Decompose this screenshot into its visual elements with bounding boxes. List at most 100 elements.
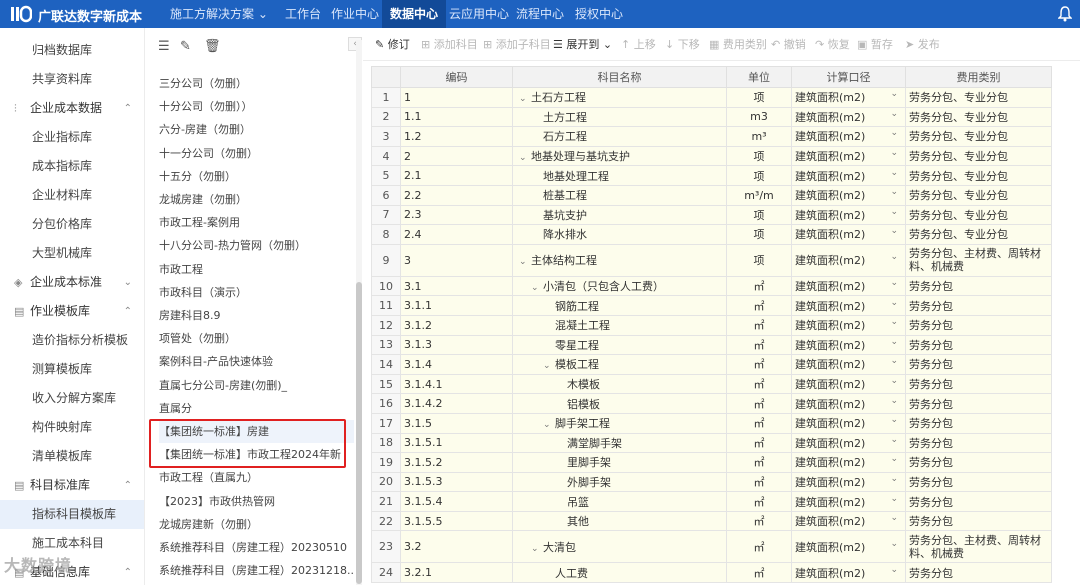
sidebar-item[interactable]: 收入分解方案库 bbox=[0, 384, 144, 413]
cost-category-cell[interactable]: 劳务分包 bbox=[905, 491, 1052, 512]
basis-cell[interactable]: 建筑面积(m2) ⌄ bbox=[791, 243, 906, 277]
cost-category-cell[interactable]: 劳务分包 bbox=[905, 393, 1052, 414]
code-cell[interactable]: 2.4 bbox=[400, 224, 513, 245]
unit-cell[interactable]: ㎡ bbox=[726, 295, 792, 316]
table-row[interactable]: 11 3.1.1 钢筋工程 ㎡建筑面积(m2) ⌄ 劳务分包 bbox=[371, 295, 1052, 316]
basis-cell[interactable]: 建筑面积(m2) ⌄ bbox=[791, 165, 906, 186]
name-cell[interactable]: ⌄ 地基处理与基坑支护 bbox=[512, 145, 727, 167]
name-cell[interactable]: ⌄ 脚手架工程 bbox=[512, 412, 727, 434]
sidebar-item[interactable]: 指标科目模板库 bbox=[0, 500, 144, 529]
unit-cell[interactable]: ㎡ bbox=[726, 452, 792, 473]
code-cell[interactable]: 1 bbox=[400, 87, 513, 108]
list-item[interactable]: 项管处（勿删） bbox=[159, 327, 354, 350]
table-row[interactable]: 22 3.1.5.5 其他 ㎡建筑面积(m2) ⌄ 劳务分包 bbox=[371, 510, 1052, 532]
unit-cell[interactable]: m³ bbox=[726, 126, 792, 147]
chevron-up-icon[interactable]: ⌃ bbox=[124, 297, 132, 326]
sidebar-item[interactable]: 构件映射库 bbox=[0, 413, 144, 442]
code-cell[interactable]: 3.1.5.1 bbox=[400, 432, 513, 454]
chevron-down-icon[interactable]: ⌄ bbox=[124, 268, 132, 297]
code-cell[interactable]: 1.1 bbox=[400, 106, 513, 128]
name-cell[interactable]: 其他 bbox=[512, 510, 727, 532]
list-item[interactable]: 房建科目8.9 bbox=[159, 304, 354, 327]
code-cell[interactable]: 3.1.1 bbox=[400, 295, 513, 316]
name-cell[interactable]: 地基处理工程 bbox=[512, 165, 727, 186]
table-row[interactable]: 21 3.1.5.4 吊篮 ㎡建筑面积(m2) ⌄ 劳务分包 bbox=[371, 491, 1052, 512]
basis-cell[interactable]: 建筑面积(m2) ⌄ bbox=[791, 334, 906, 356]
chevron-down-icon[interactable]: ⌄ bbox=[890, 435, 898, 445]
code-cell[interactable]: 2.2 bbox=[400, 184, 513, 206]
nav-data-center[interactable]: 数据中心 bbox=[382, 0, 447, 28]
code-cell[interactable]: 3.1.5.5 bbox=[400, 510, 513, 532]
list-item[interactable]: 十分公司（勿删）） bbox=[159, 95, 354, 118]
list-item[interactable]: 市政工程 bbox=[159, 258, 354, 281]
unit-cell[interactable]: ㎡ bbox=[726, 275, 792, 297]
name-cell[interactable]: ⌄ 小清包（只包含人工费） bbox=[512, 275, 727, 297]
basis-cell[interactable]: 建筑面积(m2) ⌄ bbox=[791, 106, 906, 128]
unit-cell[interactable]: ㎡ bbox=[726, 334, 792, 356]
name-cell[interactable]: 零星工程 bbox=[512, 334, 727, 356]
chevron-up-icon[interactable]: ⌃ bbox=[124, 471, 132, 500]
code-cell[interactable]: 3.1 bbox=[400, 275, 513, 297]
expand-toggle-icon[interactable]: ⌄ bbox=[543, 361, 553, 371]
expand-toggle-icon[interactable]: ⌄ bbox=[543, 420, 553, 430]
basis-cell[interactable]: 建筑面积(m2) ⌄ bbox=[791, 562, 906, 584]
code-cell[interactable]: 3.1.5.2 bbox=[400, 452, 513, 473]
basis-cell[interactable]: 建筑面积(m2) ⌄ bbox=[791, 432, 906, 454]
basis-cell[interactable]: 建筑面积(m2) ⌄ bbox=[791, 184, 906, 206]
chevron-down-icon[interactable]: ⌄ bbox=[890, 187, 898, 197]
chevron-down-icon[interactable]: ⌄ bbox=[890, 474, 898, 484]
code-cell[interactable]: 1.2 bbox=[400, 126, 513, 147]
basis-cell[interactable]: 建筑面积(m2) ⌄ bbox=[791, 373, 906, 395]
cost-category-cell[interactable]: 劳务分包 bbox=[905, 275, 1052, 297]
name-cell[interactable]: 里脚手架 bbox=[512, 452, 727, 473]
chevron-down-icon[interactable]: ⌄ bbox=[890, 396, 898, 406]
nav-solutions-dropdown[interactable]: 施工方解决方案 ⌄ bbox=[170, 0, 268, 28]
code-cell[interactable]: 3 bbox=[400, 243, 513, 277]
nav-cloud-apps[interactable]: 云应用中心 bbox=[449, 0, 509, 28]
table-row[interactable]: 4 2 ⌄ 地基处理与基坑支护项建筑面积(m2) ⌄ 劳务分包、专业分包 bbox=[371, 145, 1052, 167]
table-row[interactable]: 10 3.1 ⌄ 小清包（只包含人工费）㎡建筑面积(m2) ⌄ 劳务分包 bbox=[371, 275, 1052, 297]
cost-category-cell[interactable]: 劳务分包 bbox=[905, 562, 1052, 584]
unit-cell[interactable]: ㎡ bbox=[726, 373, 792, 395]
sidebar-item[interactable]: ▤ 作业模板库 ⌃ bbox=[0, 297, 144, 326]
table-row[interactable]: 20 3.1.5.3 外脚手架 ㎡建筑面积(m2) ⌄ 劳务分包 bbox=[371, 471, 1052, 493]
cost-category-cell[interactable]: 劳务分包 bbox=[905, 432, 1052, 454]
basis-cell[interactable]: 建筑面积(m2) ⌄ bbox=[791, 224, 906, 245]
name-cell[interactable]: 外脚手架 bbox=[512, 471, 727, 493]
basis-cell[interactable]: 建筑面积(m2) ⌄ bbox=[791, 204, 906, 226]
name-cell[interactable]: 铝模板 bbox=[512, 393, 727, 414]
chevron-down-icon[interactable]: ⌄ bbox=[890, 415, 898, 425]
list-item[interactable]: 市政工程（直属九） bbox=[159, 466, 354, 489]
sidebar-item[interactable]: 分包价格库 bbox=[0, 210, 144, 239]
chevron-down-icon[interactable]: ⌄ bbox=[890, 226, 898, 236]
basis-cell[interactable]: 建筑面积(m2) ⌄ bbox=[791, 87, 906, 108]
list-item[interactable]: 系统推荐科目（房建工程）20230510 bbox=[159, 536, 354, 559]
cost-category-cell[interactable]: 劳务分包 bbox=[905, 354, 1052, 375]
list-item[interactable]: 龙城房建新（勿删） bbox=[159, 513, 354, 536]
list-item[interactable]: 龙城房建（勿删） bbox=[159, 188, 354, 211]
unit-cell[interactable]: m³/m bbox=[726, 184, 792, 206]
table-row[interactable]: 24 3.2.1 人工费 ㎡建筑面积(m2) ⌄ 劳务分包 bbox=[371, 562, 1052, 584]
table-row[interactable]: 14 3.1.4 ⌄ 模板工程㎡建筑面积(m2) ⌄ 劳务分包 bbox=[371, 354, 1052, 375]
code-cell[interactable]: 2 bbox=[400, 145, 513, 167]
bell-icon[interactable] bbox=[1058, 6, 1072, 22]
code-cell[interactable]: 2.1 bbox=[400, 165, 513, 186]
name-cell[interactable]: 混凝土工程 bbox=[512, 314, 727, 336]
sidebar-item[interactable]: ▤ 科目标准库 ⌃ bbox=[0, 471, 144, 500]
name-cell[interactable]: 满堂脚手架 bbox=[512, 432, 727, 454]
basis-cell[interactable]: 建筑面积(m2) ⌄ bbox=[791, 314, 906, 336]
code-cell[interactable]: 3.1.4 bbox=[400, 354, 513, 375]
basis-cell[interactable]: 建筑面积(m2) ⌄ bbox=[791, 145, 906, 167]
redo-button[interactable]: ↷ 恢复 bbox=[815, 38, 850, 52]
name-cell[interactable]: 基坑支护 bbox=[512, 204, 727, 226]
unit-cell[interactable]: 项 bbox=[726, 243, 792, 277]
sidebar-item[interactable]: 企业指标库 bbox=[0, 123, 144, 152]
unit-cell[interactable]: ㎡ bbox=[726, 393, 792, 414]
list-item[interactable]: 十八分公司-热力管网（勿删） bbox=[159, 234, 354, 257]
expand-toggle-icon[interactable]: ⌄ bbox=[531, 283, 541, 293]
name-cell[interactable]: 石方工程 bbox=[512, 126, 727, 147]
table-row[interactable]: 9 3 ⌄ 主体结构工程项建筑面积(m2) ⌄ 劳务分包、主材费、周转材料、机械费 bbox=[371, 243, 1052, 277]
basis-cell[interactable]: 建筑面积(m2) ⌄ bbox=[791, 452, 906, 473]
chevron-down-icon[interactable]: ⌄ bbox=[890, 252, 898, 262]
code-cell[interactable]: 3.2 bbox=[400, 530, 513, 564]
